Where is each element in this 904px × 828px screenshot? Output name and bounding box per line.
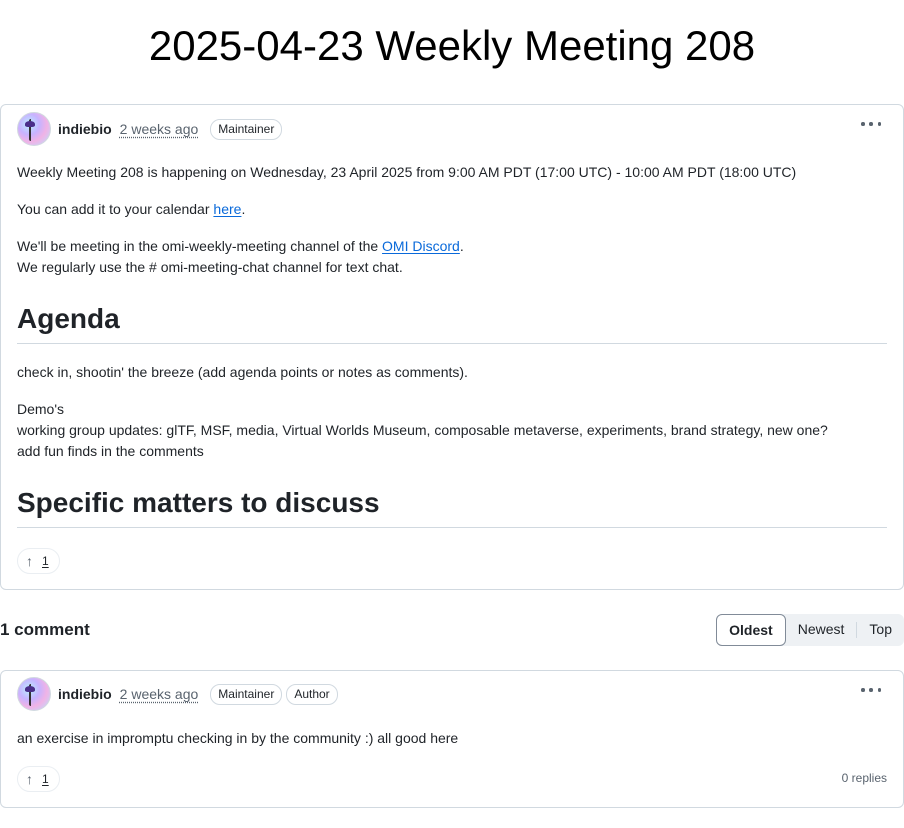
- comment-text: an exercise in impromptu checking in by …: [17, 730, 459, 746]
- comment-header: indiebio 2 weeks ago Maintainer Author: [17, 677, 338, 711]
- author-name[interactable]: indiebio: [58, 121, 112, 137]
- post-header: indiebio 2 weeks ago Maintainer: [17, 112, 283, 146]
- comment: indiebio 2 weeks ago Maintainer Author a…: [0, 670, 904, 808]
- comments-count: 1 comment: [0, 620, 90, 639]
- matters-heading: Specific matters to discuss: [17, 485, 887, 528]
- author-name[interactable]: indiebio: [58, 686, 112, 702]
- more-options-icon[interactable]: [861, 685, 881, 695]
- upvote-count: 1: [42, 772, 49, 786]
- avatar[interactable]: [17, 112, 51, 146]
- discord-link[interactable]: OMI Discord: [382, 238, 460, 254]
- replies-count[interactable]: 0 replies: [842, 771, 887, 785]
- post-paragraph: Weekly Meeting 208 is happening on Wedne…: [17, 164, 797, 180]
- upvote-button[interactable]: ↑ 1: [17, 766, 60, 792]
- sort-top-button[interactable]: Top: [857, 614, 904, 646]
- maintainer-badge: Maintainer: [210, 118, 283, 140]
- maintainer-badge: Maintainer: [210, 683, 283, 705]
- page-title: 2025-04-23 Weekly Meeting 208: [148, 22, 756, 69]
- timestamp[interactable]: 2 weeks ago: [120, 121, 199, 137]
- avatar[interactable]: [17, 677, 51, 711]
- agenda-list: Demo's working group updates: glTF, MSF,…: [17, 401, 828, 459]
- post-paragraph: You can add it to your calendar here.: [17, 201, 246, 217]
- timestamp[interactable]: 2 weeks ago: [120, 686, 199, 702]
- upvote-count: 1: [42, 554, 49, 568]
- agenda-line: check in, shootin' the breeze (add agend…: [17, 364, 468, 380]
- post-paragraph: We'll be meeting in the omi-weekly-meeti…: [17, 238, 464, 275]
- sort-oldest-button[interactable]: Oldest: [716, 614, 786, 646]
- more-options-icon[interactable]: [861, 119, 881, 129]
- discussion-post: indiebio 2 weeks ago Maintainer Weekly M…: [0, 104, 904, 590]
- comment-sort-control: Oldest Newest Top: [716, 614, 904, 646]
- agenda-heading: Agenda: [17, 301, 887, 344]
- calendar-link[interactable]: here: [213, 201, 241, 217]
- upvote-button[interactable]: ↑ 1: [17, 548, 60, 574]
- arrow-up-icon: ↑: [26, 553, 33, 569]
- sort-newest-button[interactable]: Newest: [786, 614, 857, 646]
- arrow-up-icon: ↑: [26, 771, 33, 787]
- author-badge: Author: [286, 683, 338, 705]
